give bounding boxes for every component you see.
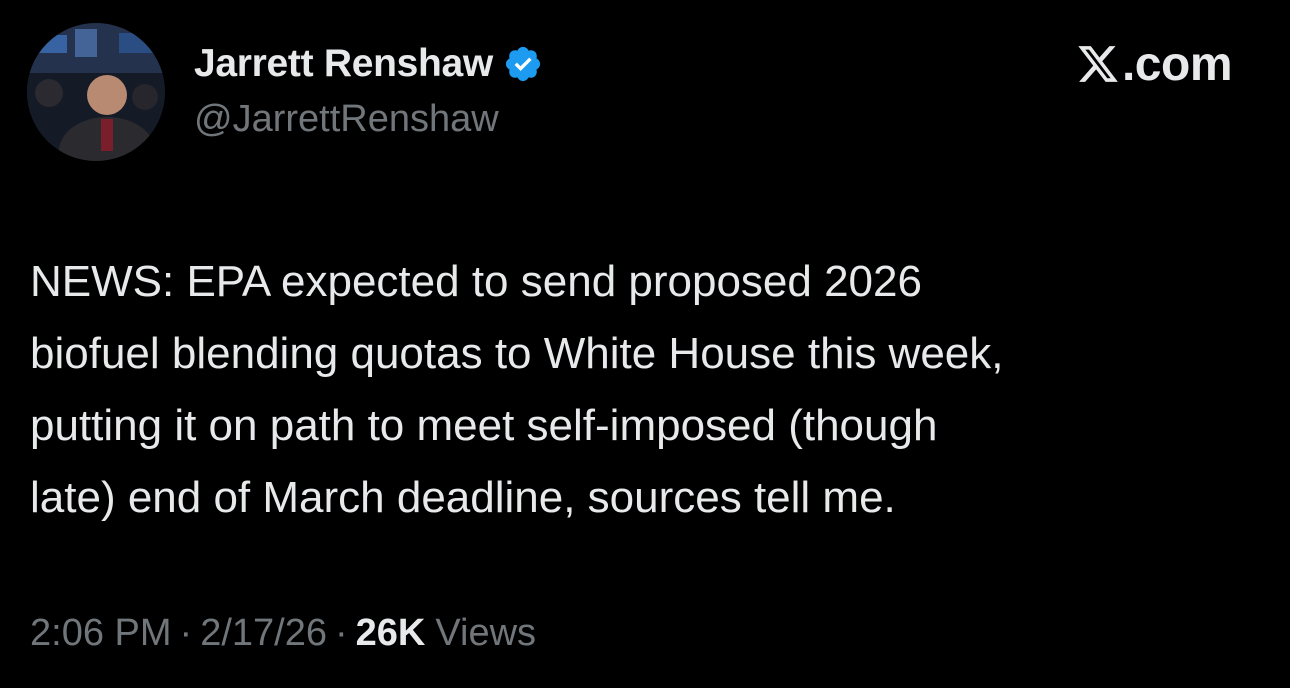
brand-domain-text: .com: [1121, 37, 1233, 91]
post-time[interactable]: 2:06 PM: [30, 612, 172, 655]
avatar[interactable]: [27, 23, 165, 161]
views-label: Views: [435, 612, 537, 654]
meta-separator: ·: [334, 612, 348, 654]
author-display-name[interactable]: Jarrett Renshaw: [194, 42, 493, 86]
post-text-line: putting it on path to meet self-imposed …: [30, 401, 938, 450]
post-metadata: 2:06 PM · 2/17/26 · 26K Views: [30, 612, 536, 655]
author-handle[interactable]: @JarrettRenshaw: [194, 98, 499, 141]
post-text-line: NEWS: EPA expected to send proposed 2026: [30, 257, 922, 306]
x-logo-icon: [1076, 42, 1120, 86]
post-text-line: biofuel blending quotas to White House t…: [30, 329, 1004, 378]
meta-separator: ·: [179, 612, 193, 654]
post-date[interactable]: 2/17/26: [200, 612, 327, 655]
tweet-card: Jarrett Renshaw @JarrettRenshaw .com NEW…: [0, 0, 1290, 688]
post-text: NEWS: EPA expected to send proposed 2026…: [30, 246, 1250, 534]
verified-badge-icon: [503, 44, 543, 84]
post-text-line: late) end of March deadline, sources tel…: [30, 473, 896, 522]
views-count[interactable]: 26K: [356, 612, 426, 655]
brand-watermark: .com: [1076, 36, 1233, 92]
author-name-row: Jarrett Renshaw: [194, 38, 543, 90]
